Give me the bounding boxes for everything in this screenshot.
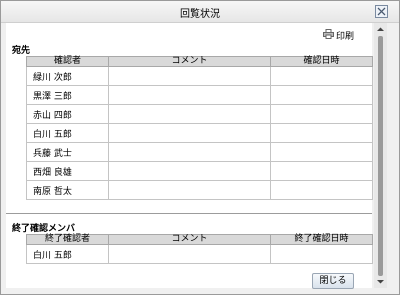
table-row: 赤山 四郎	[26, 104, 373, 124]
col-comment: コメント	[108, 56, 271, 67]
vertical-scrollbar[interactable]	[374, 23, 387, 288]
confirmer-name: 南原 哲太	[26, 180, 109, 200]
confirmed-at-cell	[270, 85, 373, 105]
recipients-header-row: 確認者 コメント 確認日時	[26, 56, 373, 67]
scrollbar-thumb[interactable]	[378, 36, 383, 276]
confirmer-name: 兵藤 武士	[26, 142, 109, 162]
finished-members-table: 終了確認者 コメント 終了確認日時 白川 五郎	[26, 234, 373, 264]
confirmer-name: 緑川 次郎	[26, 66, 109, 86]
finished-members-label: 終了確認メンバ	[12, 224, 76, 234]
scroll-up-arrow-icon[interactable]	[375, 24, 386, 35]
finished-header-row: 終了確認者 コメント 終了確認日時	[26, 234, 373, 245]
confirmer-name: 赤山 四郎	[26, 104, 109, 124]
confirmer-name: 黒澤 三郎	[26, 85, 109, 105]
section-divider	[6, 213, 372, 214]
print-label: 印刷	[336, 32, 355, 42]
confirmed-at-cell	[270, 161, 373, 181]
col-finished-comment: コメント	[108, 234, 271, 245]
confirmed-at-cell	[270, 123, 373, 143]
confirmer-name: 白川 五郎	[26, 123, 109, 143]
col-finished-confirmer: 終了確認者	[26, 234, 109, 245]
confirmed-at-cell	[270, 180, 373, 200]
confirmed-at-cell	[270, 66, 373, 86]
dialog-title: 回覧状況	[180, 9, 220, 20]
comment-cell	[108, 66, 271, 86]
close-icon[interactable]	[375, 5, 388, 18]
table-row: 白川 五郎	[26, 244, 373, 264]
finished-confirmer-name: 白川 五郎	[26, 244, 109, 264]
table-row: 南原 哲太	[26, 180, 373, 200]
finished-at-cell	[270, 244, 373, 264]
comment-cell	[108, 85, 271, 105]
col-confirmer: 確認者	[26, 56, 109, 67]
printer-icon	[323, 29, 334, 42]
finished-comment-cell	[108, 244, 271, 264]
col-confirmed-at: 確認日時	[270, 56, 373, 67]
table-row: 西畑 良雄	[26, 161, 373, 181]
confirmed-at-cell	[270, 104, 373, 124]
comment-cell	[108, 123, 271, 143]
table-row: 黒澤 三郎	[26, 85, 373, 105]
comment-cell	[108, 180, 271, 200]
content-area: 印刷 宛先 確認者 コメント 確認日時 緑川 次郎 黒澤 三郎 赤山 四郎 白川…	[6, 23, 373, 288]
comment-cell	[108, 142, 271, 162]
comment-cell	[108, 161, 271, 181]
col-finished-at: 終了確認日時	[270, 234, 373, 245]
table-row: 兵藤 武士	[26, 142, 373, 162]
title-bar: 回覧状況	[1, 1, 399, 23]
confirmed-at-cell	[270, 142, 373, 162]
scroll-down-arrow-icon[interactable]	[375, 276, 386, 287]
recipients-table: 確認者 コメント 確認日時 緑川 次郎 黒澤 三郎 赤山 四郎 白川 五郎 兵藤…	[26, 56, 373, 200]
print-button[interactable]: 印刷	[323, 29, 355, 42]
comment-cell	[108, 104, 271, 124]
close-button[interactable]: 閉じる	[312, 273, 354, 289]
table-row: 緑川 次郎	[26, 66, 373, 86]
recipients-label: 宛先	[12, 46, 31, 56]
confirmer-name: 西畑 良雄	[26, 161, 109, 181]
table-row: 白川 五郎	[26, 123, 373, 143]
circulation-status-dialog: 回覧状況 印刷 宛先 確認者 コメント 確認日時 緑川 次郎 黒澤 三郎 赤山 …	[0, 0, 400, 295]
